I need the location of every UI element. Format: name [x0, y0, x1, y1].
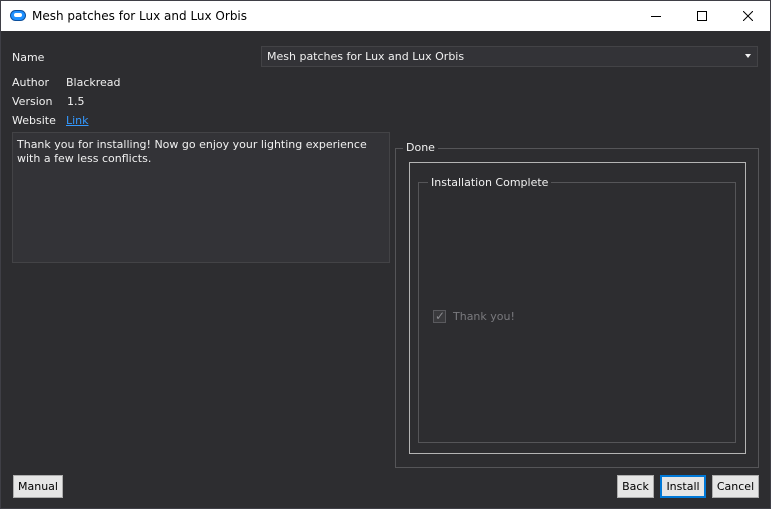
- cancel-button[interactable]: Cancel: [712, 475, 759, 498]
- close-button[interactable]: [725, 1, 771, 31]
- name-label: Name: [12, 51, 45, 64]
- installer-window: Mesh patches for Lux and Lux Orbis Name …: [0, 0, 771, 509]
- description-textbox[interactable]: Thank you for installing! Now go enjoy y…: [12, 132, 390, 263]
- author-label: Author: [12, 76, 50, 89]
- checkmark-icon: ✓: [435, 309, 446, 323]
- thank-you-checkbox[interactable]: ✓: [433, 309, 446, 323]
- name-select-value: Mesh patches for Lux and Lux Orbis: [267, 50, 465, 63]
- install-button[interactable]: Install: [660, 475, 706, 498]
- title-bar[interactable]: Mesh patches for Lux and Lux Orbis: [1, 1, 770, 31]
- thank-you-checkbox-label: Thank you!: [453, 310, 515, 323]
- window-title: Mesh patches for Lux and Lux Orbis: [32, 9, 248, 23]
- website-link[interactable]: Link: [66, 114, 89, 127]
- thank-you-checkbox-row[interactable]: ✓ Thank you!: [433, 309, 515, 323]
- chevron-down-icon: [745, 54, 751, 58]
- maximize-button[interactable]: [679, 1, 725, 31]
- minimize-button[interactable]: [633, 1, 679, 31]
- author-value: Blackread: [66, 76, 121, 89]
- installation-complete-legend: Installation Complete: [428, 176, 552, 189]
- close-icon: [743, 11, 753, 21]
- version-value: 1.5: [67, 95, 85, 108]
- maximize-icon: [697, 11, 707, 21]
- done-group-legend: Done: [403, 141, 438, 154]
- name-select[interactable]: Mesh patches for Lux and Lux Orbis: [261, 46, 758, 67]
- minimize-icon: [651, 16, 661, 17]
- version-label: Version: [12, 95, 53, 108]
- back-button[interactable]: Back: [617, 475, 654, 498]
- manual-button[interactable]: Manual: [13, 475, 63, 498]
- website-label: Website: [12, 114, 56, 127]
- app-icon: [10, 10, 26, 21]
